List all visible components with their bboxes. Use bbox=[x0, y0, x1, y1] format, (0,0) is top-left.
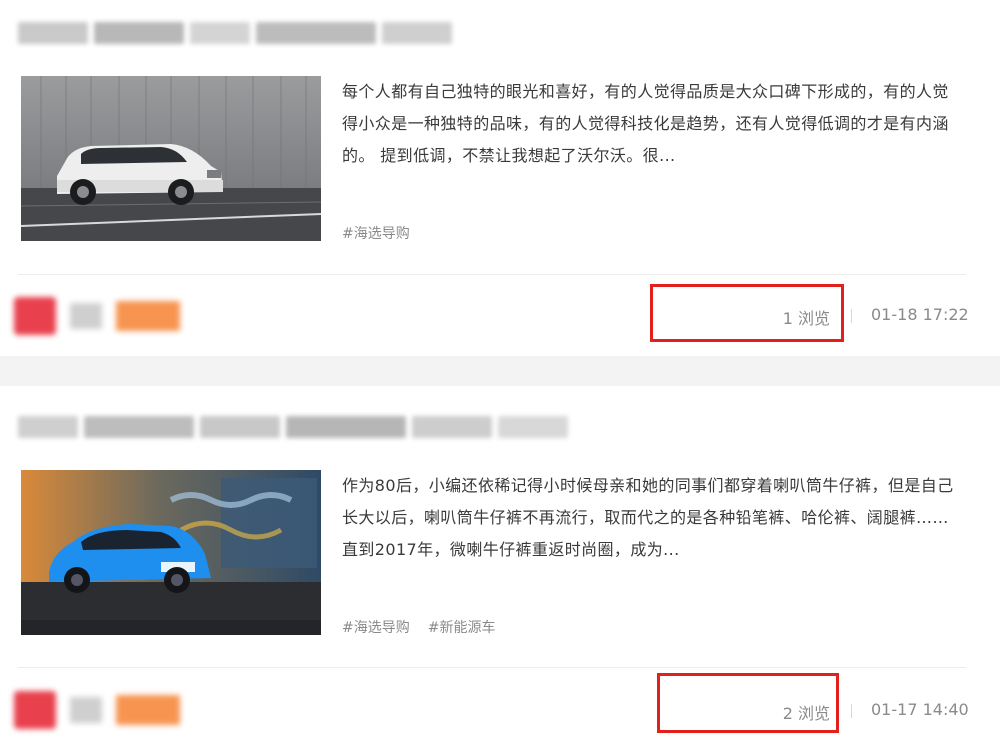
card-gap bbox=[0, 356, 1000, 386]
author-info-blurred[interactable] bbox=[14, 296, 180, 336]
avatar[interactable] bbox=[14, 297, 56, 335]
separator bbox=[851, 704, 852, 718]
article-tags: #海选导购 #新能源车 bbox=[342, 617, 495, 637]
author-name[interactable] bbox=[70, 303, 102, 329]
view-count: 1 浏览 bbox=[782, 309, 830, 328]
article-summary[interactable]: 作为80后，小编还依稀记得小时候母亲和她的同事们都穿着喇叭筒牛仔裤，但是自己长大… bbox=[342, 470, 964, 566]
article-card[interactable]: 每个人都有自己独特的眼光和喜好，有的人觉得品质是大众口碑下形成的，有的人觉得小众… bbox=[0, 0, 1000, 356]
divider bbox=[18, 274, 966, 275]
publish-time: 01-17 14:40 bbox=[871, 700, 969, 719]
article-summary[interactable]: 每个人都有自己独特的眼光和喜好，有的人觉得品质是大众口碑下形成的，有的人觉得小众… bbox=[342, 76, 964, 172]
article-thumbnail[interactable] bbox=[21, 76, 321, 241]
tag-link[interactable]: #海选导购 bbox=[342, 617, 410, 637]
author-info-blurred[interactable] bbox=[14, 690, 180, 730]
article-title-blurred[interactable] bbox=[18, 414, 568, 440]
tag-link[interactable]: #海选导购 bbox=[342, 223, 410, 243]
car-image-volvo bbox=[21, 76, 321, 241]
author-name[interactable] bbox=[70, 697, 102, 723]
view-count: 2 浏览 bbox=[782, 704, 830, 723]
article-tags: #海选导购 bbox=[342, 223, 410, 243]
avatar[interactable] bbox=[14, 691, 56, 729]
author-badge bbox=[116, 301, 180, 331]
tag-link[interactable]: #新能源车 bbox=[428, 617, 496, 637]
author-badge bbox=[116, 695, 180, 725]
feed-page: 每个人都有自己独特的眼光和喜好，有的人觉得品质是大众口碑下形成的，有的人觉得小众… bbox=[0, 0, 1000, 752]
divider bbox=[18, 667, 966, 668]
article-thumbnail[interactable] bbox=[21, 470, 321, 635]
separator bbox=[851, 309, 852, 323]
car-image-blue-ev bbox=[21, 470, 321, 635]
publish-time: 01-18 17:22 bbox=[871, 305, 969, 324]
article-title-blurred[interactable] bbox=[18, 20, 452, 46]
